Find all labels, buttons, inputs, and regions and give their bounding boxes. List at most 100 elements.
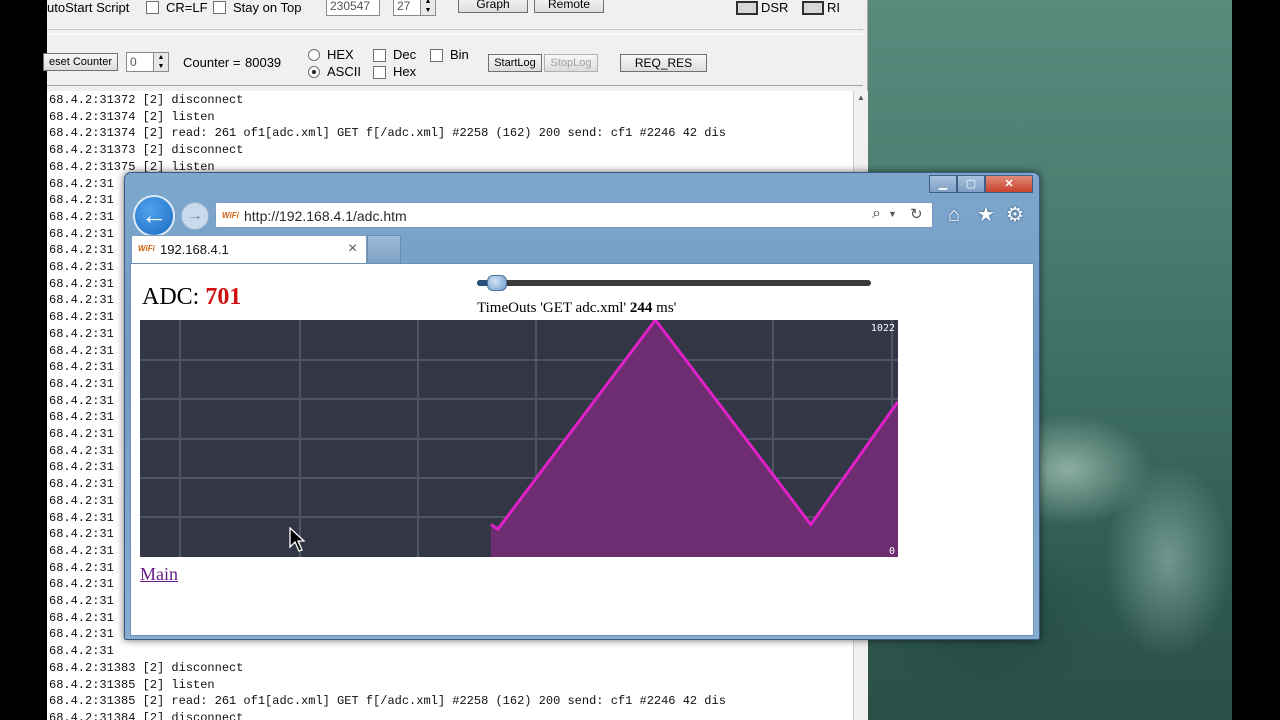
tab-close-icon[interactable]: × <box>348 240 357 258</box>
log-line: 68.4.2:31 <box>49 360 114 375</box>
forward-arrow-icon[interactable]: → <box>181 202 209 230</box>
chart-y-max-label: 1022 <box>871 323 895 334</box>
counter-input[interactable]: 0 <box>126 52 154 72</box>
log-line: 68.4.2:31374 [2] read: 261 of1[adc.xml] … <box>49 126 726 141</box>
log-line: 68.4.2:31385 [2] read: 261 of1[adc.xml] … <box>49 694 726 709</box>
ascii-radio[interactable] <box>308 66 320 78</box>
log-line: 68.4.2:31 <box>49 460 114 475</box>
chevron-down-icon[interactable]: ▼ <box>888 209 897 219</box>
log-line: 68.4.2:31 <box>49 393 114 408</box>
dsr-label: DSR <box>761 0 789 15</box>
log-line: 68.4.2:31 <box>49 560 114 575</box>
hex-checkbox[interactable] <box>373 66 386 79</box>
dec-checkbox[interactable] <box>373 49 386 62</box>
log-line: 68.4.2:31 <box>49 376 114 391</box>
timeouts-text: TimeOuts 'GET adc.xml' 244 ms' <box>477 300 676 317</box>
slider-thumb[interactable] <box>486 275 507 291</box>
maximize-button[interactable]: ▢ <box>957 175 985 193</box>
new-tab-button[interactable] <box>367 235 401 263</box>
timeout-slider[interactable] <box>477 275 871 291</box>
close-window-button[interactable]: ✕ <box>985 175 1033 193</box>
minimize-button[interactable]: ▁ <box>929 175 957 193</box>
stoplog-button[interactable]: StopLog <box>544 54 598 72</box>
search-icon[interactable]: ⌕ <box>872 205 881 223</box>
log-line: 68.4.2:31384 [2] disconnect <box>49 710 244 720</box>
remote-button[interactable]: Remote <box>534 0 604 13</box>
counter-label: Counter = <box>183 55 241 70</box>
log-line: 68.4.2:31 <box>49 427 114 441</box>
stay-on-top-checkbox[interactable] <box>213 1 226 14</box>
stay-on-top-label: Stay on Top <box>233 0 302 15</box>
log-line: 68.4.2:31 <box>49 594 114 608</box>
log-line: 68.4.2:31383 [2] disconnect <box>49 660 244 675</box>
log-line: 68.4.2:31372 [2] disconnect <box>49 93 244 107</box>
adc-chart: 1022 0 <box>140 320 898 557</box>
log-line: 68.4.2:31 <box>49 326 114 341</box>
hex-radio[interactable] <box>308 49 320 61</box>
log-line: 68.4.2:31 <box>49 610 114 625</box>
log-line: 68.4.2:31374 [2] listen <box>49 109 215 124</box>
log-line: 68.4.2:31 <box>49 176 114 191</box>
adc-value: 701 <box>205 284 242 310</box>
ascii-radio-label: ASCII <box>327 64 361 79</box>
tab-current[interactable]: WiFi 192.168.4.1 × <box>131 235 367 263</box>
bin-checkbox[interactable] <box>430 49 443 62</box>
log-line: 68.4.2:31 <box>49 243 114 258</box>
terminal-toolbar-top: utoStart Script CR=LF Stay on Top 230547… <box>47 0 863 30</box>
main-link[interactable]: Main <box>140 564 178 585</box>
log-line: 68.4.2:31 <box>49 226 114 241</box>
crlf-checkbox[interactable] <box>146 1 159 14</box>
refresh-icon[interactable]: ↻ <box>910 205 923 223</box>
scroll-up-icon[interactable]: ▲ <box>857 93 865 102</box>
tab-wifi-icon: WiFi <box>138 244 155 253</box>
log-line: 68.4.2:31 <box>49 209 114 224</box>
log-line: 68.4.2:31373 [2] disconnect <box>49 143 244 158</box>
back-arrow-icon[interactable]: ← <box>133 195 175 237</box>
left-black-bar <box>0 0 47 720</box>
log-line: 68.4.2:31 <box>49 577 114 592</box>
browser-window: ▁ ▢ ✕ ← → WiFi http://192.168.4.1/adc.ht… <box>124 172 1040 640</box>
log-line: 68.4.2:31 <box>49 293 114 308</box>
timeouts-prefix: TimeOuts 'GET adc.xml' <box>477 300 627 316</box>
graph-button[interactable]: Graph <box>458 0 528 13</box>
address-bar[interactable]: WiFi http://192.168.4.1/adc.htm ⌕ ▼ ↻ <box>215 202 933 228</box>
dsr-indicator <box>736 1 758 15</box>
log-line: 68.4.2:31 <box>49 543 114 558</box>
log-line: 68.4.2:31 <box>49 410 114 425</box>
log-line: 68.4.2:31 <box>49 310 114 325</box>
home-icon[interactable]: ⌂ <box>948 204 960 226</box>
adc-label: ADC: <box>142 284 200 310</box>
bin-label: Bin <box>450 47 469 62</box>
chart-y-min-label: 0 <box>889 546 895 557</box>
counter-spinner[interactable]: ▲ ▼ <box>153 52 169 72</box>
timeouts-value: 244 <box>629 300 653 316</box>
mouse-cursor-icon <box>289 527 305 552</box>
favorites-star-icon[interactable]: ★ <box>977 204 995 226</box>
timeouts-suffix: ms' <box>656 300 677 316</box>
log-line: 68.4.2:31 <box>49 510 114 525</box>
adc-readout: ADC: 701 <box>142 284 241 311</box>
log-line: 68.4.2:31 <box>49 260 114 274</box>
log-line: 68.4.2:31 <box>49 527 114 542</box>
baud-rate-input[interactable]: 230547 <box>326 0 380 16</box>
reset-counter-button[interactable]: eset Counter <box>43 53 118 71</box>
port-spinner[interactable]: ▲ ▼ <box>420 0 436 16</box>
log-line: 68.4.2:31 <box>49 276 114 291</box>
dec-label: Dec <box>393 47 417 62</box>
terminal-toolbar-second: eset Counter 0 ▲ ▼ Counter = 80039 HEX AS… <box>43 34 863 86</box>
log-line: 68.4.2:31 <box>49 644 114 659</box>
settings-gear-icon[interactable]: ⚙ <box>1006 204 1024 226</box>
hex-label: Hex <box>393 64 417 79</box>
hex-radio-label: HEX <box>327 47 354 62</box>
log-line: 68.4.2:31385 [2] listen <box>49 677 215 692</box>
log-line: 68.4.2:31 <box>49 493 114 508</box>
log-line: 68.4.2:31 <box>49 343 114 358</box>
ri-label: RI <box>827 0 840 15</box>
log-line: 68.4.2:31 <box>49 443 114 458</box>
port-input[interactable]: 27 <box>393 0 421 16</box>
startlog-button[interactable]: StartLog <box>488 54 542 72</box>
req-res-button[interactable]: REQ_RES <box>620 54 707 72</box>
ri-indicator <box>802 1 824 15</box>
url-text[interactable]: http://192.168.4.1/adc.htm <box>244 208 407 224</box>
right-black-bar <box>1232 0 1280 720</box>
